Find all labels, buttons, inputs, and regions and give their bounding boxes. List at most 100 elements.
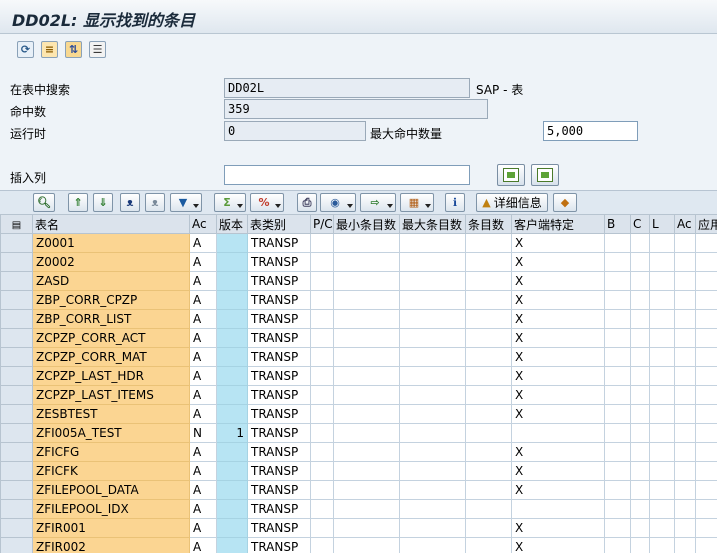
select-all-button[interactable]: ▤ <box>0 214 33 234</box>
cell-min-entries[interactable] <box>333 328 400 348</box>
cell-empty[interactable] <box>649 461 675 481</box>
cell-client-specific[interactable]: X <box>511 233 605 253</box>
cell-empty[interactable] <box>695 366 717 386</box>
cell-pc[interactable] <box>310 347 334 367</box>
cell-activation[interactable]: A <box>189 271 217 291</box>
cell-version[interactable] <box>216 537 248 553</box>
cell-empty[interactable] <box>674 328 696 348</box>
table-row[interactable]: ZFICFK A TRANSP X <box>0 461 717 481</box>
cell-empty[interactable] <box>649 271 675 291</box>
cell-activation[interactable]: A <box>189 328 217 348</box>
cell-max-entries[interactable] <box>399 271 466 291</box>
cell-table-name[interactable]: ZFILEPOOL_DATA <box>32 480 190 500</box>
cell-entries[interactable] <box>465 366 512 386</box>
table-row[interactable]: ZCPZP_CORR_MAT A TRANSP X <box>0 347 717 367</box>
cell-empty[interactable] <box>604 233 631 253</box>
cell-max-entries[interactable] <box>399 442 466 462</box>
cell-min-entries[interactable] <box>333 518 400 538</box>
sort-descending-button[interactable]: ⇓ <box>93 193 113 212</box>
cell-max-entries[interactable] <box>399 480 466 500</box>
cell-activation[interactable]: A <box>189 347 217 367</box>
cell-table-class[interactable]: TRANSP <box>247 537 311 553</box>
column-header[interactable]: Ac <box>674 214 696 234</box>
cell-entries[interactable] <box>465 499 512 519</box>
cell-activation[interactable]: A <box>189 290 217 310</box>
row-selector[interactable] <box>0 461 33 481</box>
cell-empty[interactable] <box>695 537 717 553</box>
cell-version[interactable] <box>216 385 248 405</box>
cell-activation[interactable]: A <box>189 499 217 519</box>
cell-activation[interactable]: N <box>189 423 217 443</box>
cell-client-specific[interactable]: X <box>511 271 605 291</box>
cell-empty[interactable] <box>604 423 631 443</box>
cell-version[interactable] <box>216 366 248 386</box>
cell-pc[interactable] <box>310 233 334 253</box>
cell-table-name[interactable]: ZASD <box>32 271 190 291</box>
cell-min-entries[interactable] <box>333 461 400 481</box>
cell-min-entries[interactable] <box>333 480 400 500</box>
cell-min-entries[interactable] <box>333 404 400 424</box>
cell-table-name[interactable]: ZFI005A_TEST <box>32 423 190 443</box>
cell-empty[interactable] <box>604 328 631 348</box>
cell-max-entries[interactable] <box>399 461 466 481</box>
cell-version[interactable] <box>216 442 248 462</box>
cell-empty[interactable] <box>630 442 650 462</box>
cell-client-specific[interactable] <box>511 499 605 519</box>
cell-activation[interactable]: A <box>189 233 217 253</box>
cell-empty[interactable] <box>695 499 717 519</box>
cell-pc[interactable] <box>310 309 334 329</box>
cell-client-specific[interactable]: X <box>511 442 605 462</box>
cell-empty[interactable] <box>674 290 696 310</box>
find-next-button[interactable]: ᴥ <box>145 193 165 212</box>
cell-empty[interactable] <box>649 537 675 553</box>
cell-empty[interactable] <box>604 385 631 405</box>
column-header[interactable]: 最大条目数 <box>399 214 466 234</box>
cell-entries[interactable] <box>465 271 512 291</box>
cell-pc[interactable] <box>310 442 334 462</box>
list-icon[interactable]: ☰ <box>89 41 106 58</box>
cell-empty[interactable] <box>630 423 650 443</box>
row-selector[interactable] <box>0 233 33 253</box>
cell-pc[interactable] <box>310 461 334 481</box>
cell-empty[interactable] <box>695 328 717 348</box>
cell-table-name[interactable]: ZFICFK <box>32 461 190 481</box>
cell-empty[interactable] <box>630 404 650 424</box>
cell-empty[interactable] <box>695 480 717 500</box>
cell-client-specific[interactable]: X <box>511 328 605 348</box>
cell-max-entries[interactable] <box>399 290 466 310</box>
cell-version[interactable] <box>216 480 248 500</box>
sort-icon[interactable]: ⇅ <box>65 41 82 58</box>
table-row[interactable]: ZBP_CORR_LIST A TRANSP X <box>0 309 717 329</box>
cell-table-class[interactable]: TRANSP <box>247 423 311 443</box>
cell-entries[interactable] <box>465 442 512 462</box>
cell-pc[interactable] <box>310 480 334 500</box>
table-row[interactable]: ZFILEPOOL_DATA A TRANSP X <box>0 480 717 500</box>
view-button[interactable]: ◉ <box>320 193 356 212</box>
cell-table-name[interactable]: ZCPZP_LAST_HDR <box>32 366 190 386</box>
cell-empty[interactable] <box>604 537 631 553</box>
cell-entries[interactable] <box>465 537 512 553</box>
cell-table-class[interactable]: TRANSP <box>247 404 311 424</box>
cell-entries[interactable] <box>465 290 512 310</box>
table-row[interactable]: ZFILEPOOL_IDX A TRANSP <box>0 499 717 519</box>
cell-table-class[interactable]: TRANSP <box>247 518 311 538</box>
cell-min-entries[interactable] <box>333 385 400 405</box>
filter-button[interactable]: ▼ <box>170 193 202 212</box>
cell-activation[interactable]: A <box>189 480 217 500</box>
cell-min-entries[interactable] <box>333 271 400 291</box>
cell-empty[interactable] <box>630 233 650 253</box>
search-table-field[interactable]: DD02L <box>224 78 470 98</box>
cell-min-entries[interactable] <box>333 309 400 329</box>
column-header[interactable]: 客户端特定 <box>511 214 605 234</box>
row-selector[interactable] <box>0 537 33 553</box>
cell-empty[interactable] <box>695 442 717 462</box>
cell-empty[interactable] <box>674 499 696 519</box>
cell-empty[interactable] <box>649 518 675 538</box>
cell-empty[interactable] <box>649 423 675 443</box>
cell-empty[interactable] <box>674 537 696 553</box>
table-row[interactable]: ZCPZP_LAST_ITEMS A TRANSP X <box>0 385 717 405</box>
cell-version[interactable] <box>216 271 248 291</box>
cell-table-name[interactable]: Z0002 <box>32 252 190 272</box>
column-header[interactable]: C <box>630 214 650 234</box>
cell-table-name[interactable]: ZCPZP_CORR_ACT <box>32 328 190 348</box>
